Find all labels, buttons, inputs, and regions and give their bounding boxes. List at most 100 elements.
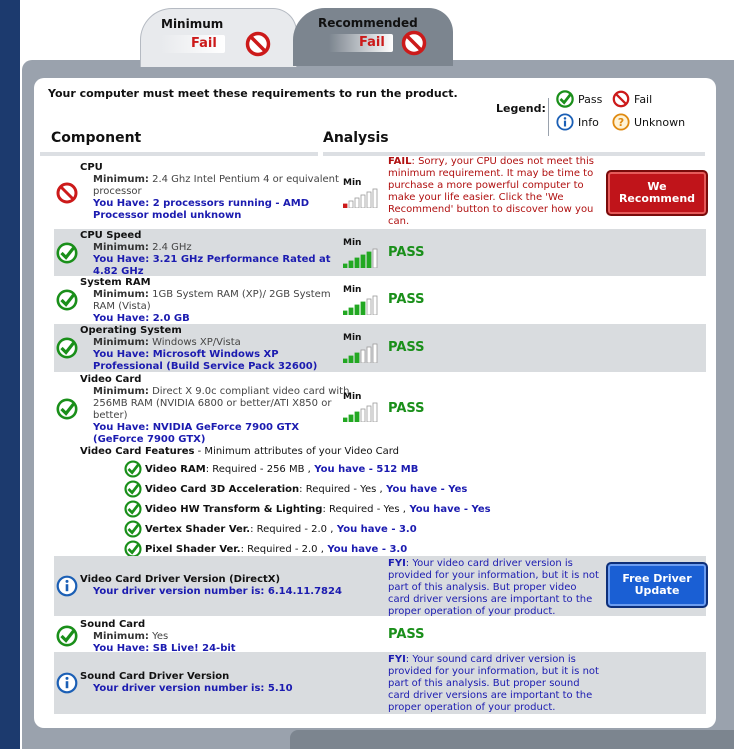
row-cpu-text: CPU Minimum: 2.4 Ghz Intel Pentium 4 or … (80, 162, 350, 222)
feature-have: You have - Yes (382, 483, 468, 495)
row-sound-title: Sound Card (80, 619, 146, 630)
meter-min-label: Min (343, 238, 362, 248)
feature-required: : Required - Yes , (322, 503, 406, 515)
legend-info: Info (556, 113, 599, 131)
legend-unknown-label: Unknown (634, 115, 686, 129)
meter-bar (372, 295, 378, 315)
strength-meter: Min (341, 285, 381, 315)
meter-bar (366, 405, 372, 422)
pass-icon (56, 242, 78, 264)
legend-pass-label: Pass (578, 92, 603, 106)
row-cpu-have: You Have: 2 processors running - AMD Pro… (93, 198, 310, 221)
min-label: Minimum: (93, 289, 149, 300)
fyi-text: : Your sound card driver version is prov… (388, 654, 599, 713)
row-operating-system: Operating System Minimum: Windows XP/Vis… (54, 324, 706, 372)
meter-bar (343, 417, 348, 422)
row-sound-driver-have: Your driver version number is: 5.10 (93, 683, 293, 694)
meter-bar (372, 188, 378, 208)
meter-bar (354, 304, 360, 315)
tab-recommended-title: Recommended (318, 16, 418, 30)
feature-name: Pixel Shader Ver. (145, 543, 241, 555)
tab-recommended[interactable]: Recommended Fail (293, 8, 453, 66)
min-label: Minimum: (93, 631, 149, 642)
pass-icon (56, 625, 78, 647)
row-cpu: CPU Minimum: 2.4 Ghz Intel Pentium 4 or … (54, 156, 708, 230)
unknown-icon: ? (612, 113, 630, 131)
info-icon (556, 113, 574, 131)
row-driver-text: Video Card Driver Version (DirectX) Your… (80, 574, 370, 598)
row-cpu-speed-have: You Have: 3.21 GHz Performance Rated at … (93, 254, 331, 277)
strength-meter: Min (341, 238, 381, 268)
meter-bar (354, 257, 360, 268)
tab-minimum-status: Fail (161, 35, 225, 53)
meter-bar (366, 346, 372, 363)
feature-name: Video Card 3D Acceleration (145, 483, 300, 495)
tab-minimum-title: Minimum (161, 17, 224, 31)
pass-icon (124, 500, 142, 518)
feature-name: Video HW Transform & Lighting (145, 503, 323, 515)
info-icon (56, 575, 78, 597)
meter-bars (343, 295, 378, 315)
strength-meter: Min (341, 392, 381, 422)
meter-bar (343, 203, 348, 208)
fail-icon (56, 182, 78, 204)
row-sound-text: Sound Card Minimum: Yes You Have: SB Liv… (80, 619, 350, 655)
row-os-text: Operating System Minimum: Windows XP/Vis… (80, 325, 350, 373)
legend-fail-label: Fail (634, 92, 653, 106)
fyi-lead: FYI (388, 654, 406, 665)
fail-lead: FAIL (388, 156, 412, 167)
row-cpu-message: FAIL: Sorry, your CPU does not meet this… (388, 156, 600, 228)
row-sound-driver: Sound Card Driver Version Your driver ve… (54, 652, 706, 714)
row-video-title: Video Card (80, 374, 142, 385)
feature-name: Vertex Shader Ver. (145, 523, 251, 535)
feature-required: : Required - Yes , (299, 483, 383, 495)
video-features-heading: Video Card Features - Minimum attributes… (80, 446, 399, 457)
row-ram-text: System RAM Minimum: 1GB System RAM (XP)/… (80, 277, 350, 325)
feature-name: Video RAM (145, 463, 206, 475)
legend-label: Legend: (496, 102, 546, 115)
meter-bar (343, 263, 348, 268)
row-os-min: Minimum: Windows XP/Vista (80, 337, 350, 349)
min-label: Minimum: (93, 242, 149, 253)
meter-bar (348, 200, 354, 208)
legend-info-label: Info (578, 115, 599, 129)
meter-bars (343, 188, 378, 208)
meter-bar (348, 414, 354, 422)
meter-bars (343, 343, 378, 363)
video-feature-item: Vertex Shader Ver.: Required - 2.0 , You… (124, 520, 417, 538)
row-ram-title: System RAM (80, 277, 151, 288)
row-cpu-title: CPU (80, 162, 103, 173)
legend-divider (548, 98, 549, 136)
features-title: Video Card Features (80, 446, 195, 457)
row-sound-driver-text: Sound Card Driver Version Your driver ve… (80, 671, 350, 695)
pass-result: PASS (388, 340, 425, 355)
pass-result: PASS (388, 401, 425, 416)
video-feature-item: Video RAM: Required - 256 MB , You have … (124, 460, 418, 478)
fail-icon (245, 31, 271, 57)
free-driver-update-button[interactable]: Free Driver Update (606, 562, 708, 608)
row-video-card: Video Card Minimum: Direct X 9.0c compli… (54, 372, 706, 558)
row-sound-min: Minimum: Yes (80, 631, 350, 643)
row-os-have: You Have: Microsoft Windows XP Professio… (93, 349, 318, 372)
meter-bar (343, 310, 348, 315)
row-video-have: You Have: NVIDIA GeForce 7900 GTX (GeFor… (93, 422, 300, 445)
row-cpu-speed-text: CPU Speed Minimum: 2.4 GHz You Have: 3.2… (80, 230, 350, 278)
meter-bars (343, 402, 378, 422)
feature-have: You have - 3.0 (333, 523, 417, 535)
fyi-lead: FYI (388, 558, 406, 569)
fail-text: : Sorry, your CPU does not meet this min… (388, 156, 594, 227)
panel-bottom-strip (290, 730, 734, 749)
row-cpu-min: Minimum: 2.4 Ghz Intel Pentium 4 or equi… (80, 174, 350, 198)
we-recommend-button[interactable]: We Recommend (606, 170, 708, 216)
meter-bar (354, 197, 360, 208)
meter-bar (348, 260, 354, 268)
meter-bar (360, 301, 366, 315)
features-subtitle: - Minimum attributes of your Video Card (194, 446, 400, 457)
tab-minimum[interactable]: Minimum Fail (140, 8, 297, 67)
meter-bar (360, 194, 366, 208)
fyi-text: : Your video card driver version is prov… (388, 558, 599, 617)
meter-bar (354, 411, 360, 422)
meter-bar (360, 349, 366, 363)
row-ram-min: Minimum: 1GB System RAM (XP)/ 2GB System… (80, 289, 350, 313)
min-label: Minimum: (93, 174, 149, 185)
